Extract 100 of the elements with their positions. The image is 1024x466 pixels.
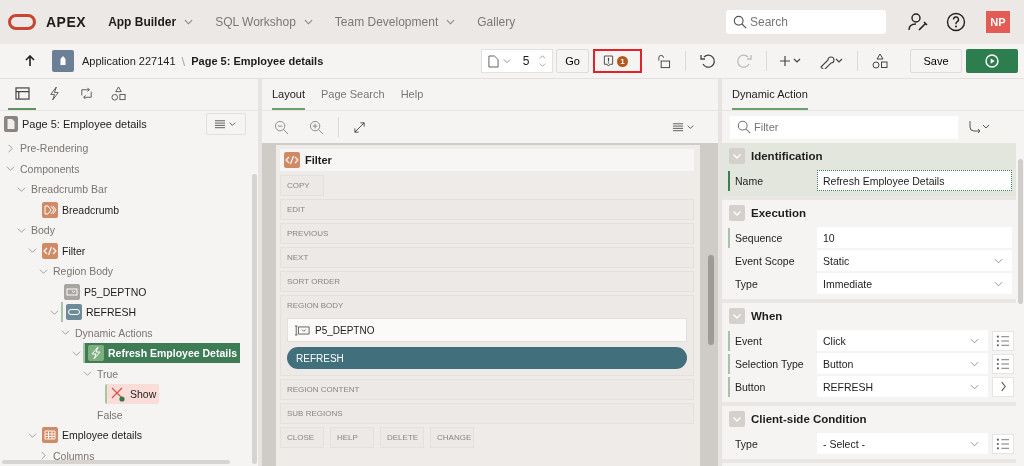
add-menu-icon[interactable] <box>779 54 803 68</box>
chevron-icon[interactable] <box>50 307 59 317</box>
select-field[interactable]: Button <box>817 353 988 374</box>
tree-node[interactable]: Breadcrumb Bar <box>28 179 111 200</box>
user-wrench-icon[interactable] <box>908 12 928 32</box>
region-header[interactable]: Filter <box>280 149 694 171</box>
collapse-icon[interactable] <box>729 148 745 164</box>
tree-node[interactable]: Body <box>28 220 58 241</box>
chevron-icon[interactable] <box>6 164 15 174</box>
page-node[interactable]: Page 5: Employee details <box>22 118 147 130</box>
layout-slot[interactable]: SORT ORDER <box>280 271 694 292</box>
layout-slot[interactable]: NEXT <box>280 247 694 268</box>
select-field[interactable]: Static <box>817 250 1012 271</box>
chevron-icon[interactable] <box>61 328 70 338</box>
select-field[interactable]: Immediate <box>817 273 1012 294</box>
page-item[interactable]: P5_DEPTNO <box>287 318 687 342</box>
nav-menu-item[interactable]: SQL Workshop <box>215 15 296 29</box>
tree-node[interactable]: REFRESH <box>61 302 140 323</box>
select-field[interactable]: Click <box>817 330 988 351</box>
chevron-icon[interactable] <box>28 430 37 440</box>
layout-slot[interactable]: COPY <box>280 175 324 196</box>
tree-menu-button[interactable] <box>206 113 246 135</box>
layout-slot[interactable]: PREVIOUS <box>280 223 694 244</box>
tree-node[interactable]: Employee details <box>39 425 145 446</box>
chevron-icon[interactable] <box>72 348 81 358</box>
shapes-icon[interactable] <box>872 53 888 69</box>
tree-node[interactable]: False <box>94 404 126 425</box>
zoom-in-icon[interactable] <box>309 119 324 135</box>
tree-node[interactable]: P5_DEPTNO <box>61 281 150 302</box>
list-of-values-button[interactable] <box>992 433 1014 454</box>
text-field[interactable]: 10 <box>817 227 1012 248</box>
caret-icon[interactable] <box>184 19 194 25</box>
search-field[interactable]: Search <box>726 10 886 34</box>
tree-node[interactable]: Pre-Rendering <box>17 138 92 159</box>
chevron-icon[interactable] <box>28 246 37 256</box>
tab[interactable]: Layout <box>272 79 306 110</box>
collapse-icon[interactable] <box>729 308 745 324</box>
page-selector[interactable]: 5 <box>481 49 554 73</box>
scrollbar[interactable] <box>2 460 230 464</box>
select-field[interactable]: - Select - <box>817 433 988 454</box>
caret-icon[interactable] <box>446 19 456 25</box>
go-to-menu-icon[interactable] <box>968 120 990 134</box>
tab[interactable]: Dynamic Action <box>732 79 808 110</box>
spinner-icon[interactable] <box>539 54 547 68</box>
layout-slot[interactable]: CHANGE <box>430 427 474 448</box>
scrollbar[interactable] <box>1018 159 1023 304</box>
layout-slot[interactable]: HELP <box>330 427 374 448</box>
zoom-out-icon[interactable] <box>274 119 289 135</box>
tree-node[interactable]: Dynamic Actions <box>72 322 156 343</box>
list-of-values-button[interactable] <box>992 353 1014 374</box>
run-button[interactable] <box>966 49 1018 73</box>
caret-icon[interactable] <box>303 19 313 25</box>
layout-slot[interactable]: CLOSE <box>280 427 324 448</box>
select-field[interactable]: REFRESH <box>817 376 988 397</box>
nav-menu-item[interactable]: Team Development <box>334 15 439 29</box>
refresh-button[interactable]: REFRESH <box>287 347 687 369</box>
application-link[interactable]: Application 227141 <box>82 55 176 67</box>
layout-slot[interactable]: REGION CONTENT <box>280 379 694 400</box>
chevron-icon[interactable] <box>17 225 26 235</box>
up-arrow-icon[interactable] <box>24 55 36 67</box>
nav-menu-item[interactable]: Gallery <box>477 15 516 29</box>
go-button[interactable]: Go <box>556 49 589 73</box>
unlock-icon[interactable] <box>656 53 671 69</box>
collapse-icon[interactable] <box>729 205 745 221</box>
chevron-icon[interactable] <box>6 143 15 153</box>
layout-slot[interactable]: DELETE <box>380 427 424 448</box>
tree-node[interactable]: Breadcrumb <box>39 199 123 220</box>
tree-node[interactable]: Columns <box>50 445 98 466</box>
issues-button[interactable]: 1 <box>593 49 642 73</box>
chevron-icon[interactable] <box>17 184 26 194</box>
text-field[interactable]: Refresh Employee Details <box>817 170 1012 191</box>
caret-icon[interactable] <box>503 58 512 64</box>
filter-field[interactable]: Filter <box>730 115 958 139</box>
nav-menu-item[interactable]: App Builder <box>108 15 177 29</box>
help-icon[interactable] <box>946 12 966 32</box>
tree-node[interactable]: Filter <box>39 240 89 261</box>
wrench-menu-icon[interactable] <box>819 53 845 69</box>
collapse-icon[interactable] <box>729 411 745 427</box>
chevron-icon[interactable] <box>39 266 48 276</box>
tab[interactable]: Page Search <box>321 79 385 110</box>
tree-node[interactable]: Show <box>105 384 160 405</box>
tree-node[interactable]: Refresh Employee Details <box>83 343 240 364</box>
layout-slot[interactable]: SUB REGIONS <box>280 403 694 424</box>
tree-node[interactable]: Region Body <box>50 261 117 282</box>
user-avatar[interactable]: NP <box>986 11 1010 33</box>
menu-icon[interactable] <box>672 122 696 132</box>
page-icon[interactable] <box>488 54 500 68</box>
go-to-button[interactable] <box>992 376 1014 397</box>
tree-node[interactable]: True <box>94 363 122 384</box>
expand-icon[interactable] <box>353 120 366 134</box>
undo-icon[interactable] <box>700 53 716 69</box>
scrollbar[interactable] <box>708 255 714 345</box>
tree-node[interactable]: Components <box>17 158 83 179</box>
layout-slot[interactable]: EDIT <box>280 199 694 220</box>
tab[interactable]: Help <box>400 79 424 110</box>
chevron-icon[interactable] <box>39 451 48 461</box>
save-button[interactable]: Save <box>910 49 962 73</box>
chevron-icon[interactable] <box>83 369 92 379</box>
list-of-values-button[interactable] <box>992 330 1014 351</box>
scrollbar[interactable] <box>252 174 257 464</box>
